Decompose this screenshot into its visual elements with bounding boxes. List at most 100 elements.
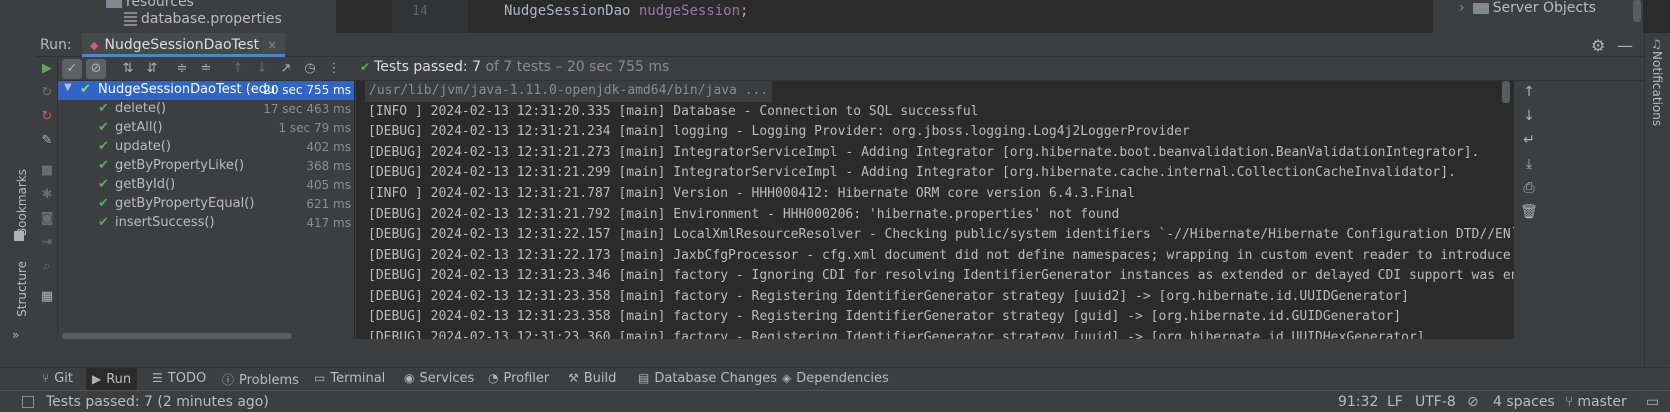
memory-indicator-icon[interactable]: ▭ [1646, 394, 1659, 410]
layout-icon[interactable]: ▦ [39, 289, 55, 305]
trash-icon[interactable]: 🗑 [1520, 204, 1538, 222]
bookmarks-tab[interactable]: Bookmarks [15, 169, 29, 236]
tree-item-time: 417 ms [306, 216, 351, 230]
arrow-up-icon[interactable]: ↑ [1520, 84, 1538, 102]
indent-setting[interactable]: 4 spaces [1493, 394, 1555, 410]
tests-passed-count: 7 [472, 59, 482, 75]
chevron-down-icon[interactable]: ▼ [64, 82, 72, 93]
history-icon[interactable]: ◷ [300, 59, 320, 79]
code-line[interactable]: NudgeSessionDao nudgeSession; [504, 3, 748, 19]
more-options-icon[interactable]: ⋮ [324, 59, 344, 79]
tab-problems[interactable]: ⓘ Problems [222, 371, 299, 388]
stop-icon[interactable]: ■ [39, 163, 55, 179]
log-line: [DEBUG] 2024-02-13 12:31:21.792 [main] E… [368, 207, 1120, 222]
tab-git[interactable]: ⑂ Git [42, 371, 73, 386]
next-failed-icon[interactable]: ↓ [252, 59, 272, 79]
show-ignored-icon[interactable]: ⊘ [86, 59, 106, 79]
print-icon[interactable]: ⎙ [1520, 180, 1538, 198]
close-icon[interactable]: × [267, 38, 277, 52]
tree-item[interactable]: ✔ getByPropertyLike() 368 ms [58, 157, 354, 176]
tree-item[interactable]: ✔ delete() 17 sec 463 ms [58, 100, 354, 119]
tab-profiler[interactable]: ◔ Profiler [488, 371, 549, 386]
exit-icon[interactable]: ⇥ [39, 235, 55, 251]
rerun-failed-icon[interactable]: ↻ [39, 85, 55, 101]
arrow-down-icon[interactable]: ↓ [1520, 108, 1538, 126]
git-branch-icon: ⑂ [1565, 394, 1574, 410]
hammer-icon: ⚒ [568, 371, 579, 385]
tab-services[interactable]: ◉ Services [404, 371, 474, 386]
tests-passed-label: Tests passed: [374, 59, 468, 75]
tree-item-time: 368 ms [306, 159, 351, 173]
status-message[interactable]: Tests passed: 7 (2 minutes ago) [46, 394, 269, 410]
project-item-resources[interactable]: resources [106, 0, 194, 10]
line-separator[interactable]: LF [1387, 394, 1403, 410]
tree-item-name: delete() [115, 101, 167, 116]
structure-tab[interactable]: Structure [15, 261, 29, 317]
bell-icon[interactable]: ♫ [1651, 37, 1662, 51]
tab-run[interactable]: ▶ Run [86, 368, 138, 390]
tab-build[interactable]: ⚒ Build [568, 371, 616, 386]
project-item-database-properties[interactable]: database.properties [124, 11, 282, 27]
tree-scrollbar[interactable] [62, 333, 292, 339]
debug-icon[interactable]: ✱ [39, 187, 55, 203]
tab-terminal[interactable]: ▭ Terminal [314, 371, 385, 386]
terminal-icon: ▭ [314, 371, 326, 385]
expand-all-icon[interactable]: ≑ [172, 59, 192, 79]
gear-icon[interactable]: ⚙ [1591, 36, 1605, 55]
git-branch-widget[interactable]: ⑂ master [1565, 394, 1627, 410]
collapse-all-icon[interactable]: ≐ [196, 59, 216, 79]
line-number: 14 [412, 4, 428, 19]
show-passed-icon[interactable]: ✓ [62, 59, 82, 79]
minimize-icon[interactable]: — [1617, 36, 1633, 55]
console-scrollbar[interactable] [1502, 81, 1510, 103]
db-item-label: Server Objects [1492, 0, 1596, 16]
db-tree-item-server-objects[interactable]: › Server Objects [1459, 0, 1596, 16]
tree-item[interactable]: ✔ getById() 405 ms [58, 176, 354, 195]
tree-item-name: update() [115, 139, 171, 154]
database-icon: ▤ [638, 371, 650, 385]
check-icon: ✔ [80, 82, 91, 97]
tree-item-name: getByPropertyEqual() [115, 196, 255, 211]
previous-failed-icon[interactable]: ↑ [228, 59, 248, 79]
sort-by-duration-icon[interactable]: ⇵ [142, 59, 162, 79]
tab-todo[interactable]: ☰ TODO [152, 371, 206, 386]
tab-dependencies[interactable]: ◈ Dependencies [782, 371, 889, 386]
tree-item-time: 405 ms [306, 178, 351, 192]
editor-scrollbar[interactable] [1633, 0, 1641, 22]
file-encoding[interactable]: UTF-8 [1415, 394, 1456, 410]
tree-item[interactable]: ✔ insertSuccess() 417 ms [58, 214, 354, 233]
tree-item[interactable]: ✔ getAll() 1 sec 79 ms [58, 119, 354, 138]
scroll-to-end-icon[interactable]: ⤓ [1520, 156, 1538, 174]
search-icon[interactable]: ⌕ [39, 259, 55, 275]
toggle-auto-test-icon[interactable]: ↻ [39, 109, 55, 125]
bottom-tool-bar: ⑂ Git ▶ Run ☰ TODO ⓘ Problems ▭ Terminal ◉ Ser… [0, 367, 1670, 390]
more-tools-icon[interactable]: » [12, 328, 19, 342]
caret-position[interactable]: 91:32 [1338, 394, 1378, 410]
toggle-tool-windows-icon[interactable] [22, 396, 34, 408]
command-line[interactable]: /usr/lib/jvm/java-1.11.0-openjdk-amd64/b… [365, 81, 773, 102]
rerun-icon[interactable]: ▶ [39, 61, 55, 77]
wrench-icon[interactable]: ✎ [39, 133, 55, 149]
tree-root-nudgesessiondaotest[interactable]: ▼ ✔ NudgeSessionDaoTest (edu 20 sec 755 … [58, 81, 354, 100]
readonly-toggle-icon[interactable]: ⊘ [1467, 394, 1479, 410]
log-line-text: [DEBUG] 2024-02-13 12:31:22.157 [main] L… [368, 227, 1514, 242]
notifications-tab[interactable]: Notifications [1650, 51, 1664, 126]
camera-icon[interactable]: ◙ [39, 211, 55, 227]
tab-database-changes[interactable]: ▤ Database Changes [638, 371, 777, 386]
project-item-label: resources [126, 0, 194, 10]
console-output[interactable]: /usr/lib/jvm/java-1.11.0-openjdk-amd64/b… [356, 81, 1514, 339]
check-icon: ✔ [98, 120, 109, 135]
log-line: [DEBUG] 2024-02-13 12:31:21.299 [main] I… [368, 165, 1456, 180]
right-tool-stripe: ♫ Notifications [1644, 33, 1670, 379]
run-tab-nudgesessiondaotest[interactable]: ◆ NudgeSessionDaoTest × [82, 33, 286, 57]
tree-item[interactable]: ✔ update() 402 ms [58, 138, 354, 157]
import-tests-icon[interactable]: ↗ [276, 59, 296, 79]
git-branch-icon: ⑂ [42, 371, 50, 385]
code-type: NudgeSessionDao [504, 3, 631, 19]
tree-item[interactable]: ✔ getByPropertyEqual() 621 ms [58, 195, 354, 214]
log-line: [INFO ] 2024-02-13 12:31:20.335 [main] D… [368, 104, 979, 119]
run-actions-column: ▶ ↻ ↻ ✎ ■ ✱ ◙ ⇥ ⌕ ▦ [36, 57, 58, 339]
sort-alphabetically-icon[interactable]: ⇅ [118, 59, 138, 79]
layers-icon: ◈ [782, 371, 792, 385]
soft-wrap-icon[interactable]: ↵ [1520, 132, 1538, 150]
